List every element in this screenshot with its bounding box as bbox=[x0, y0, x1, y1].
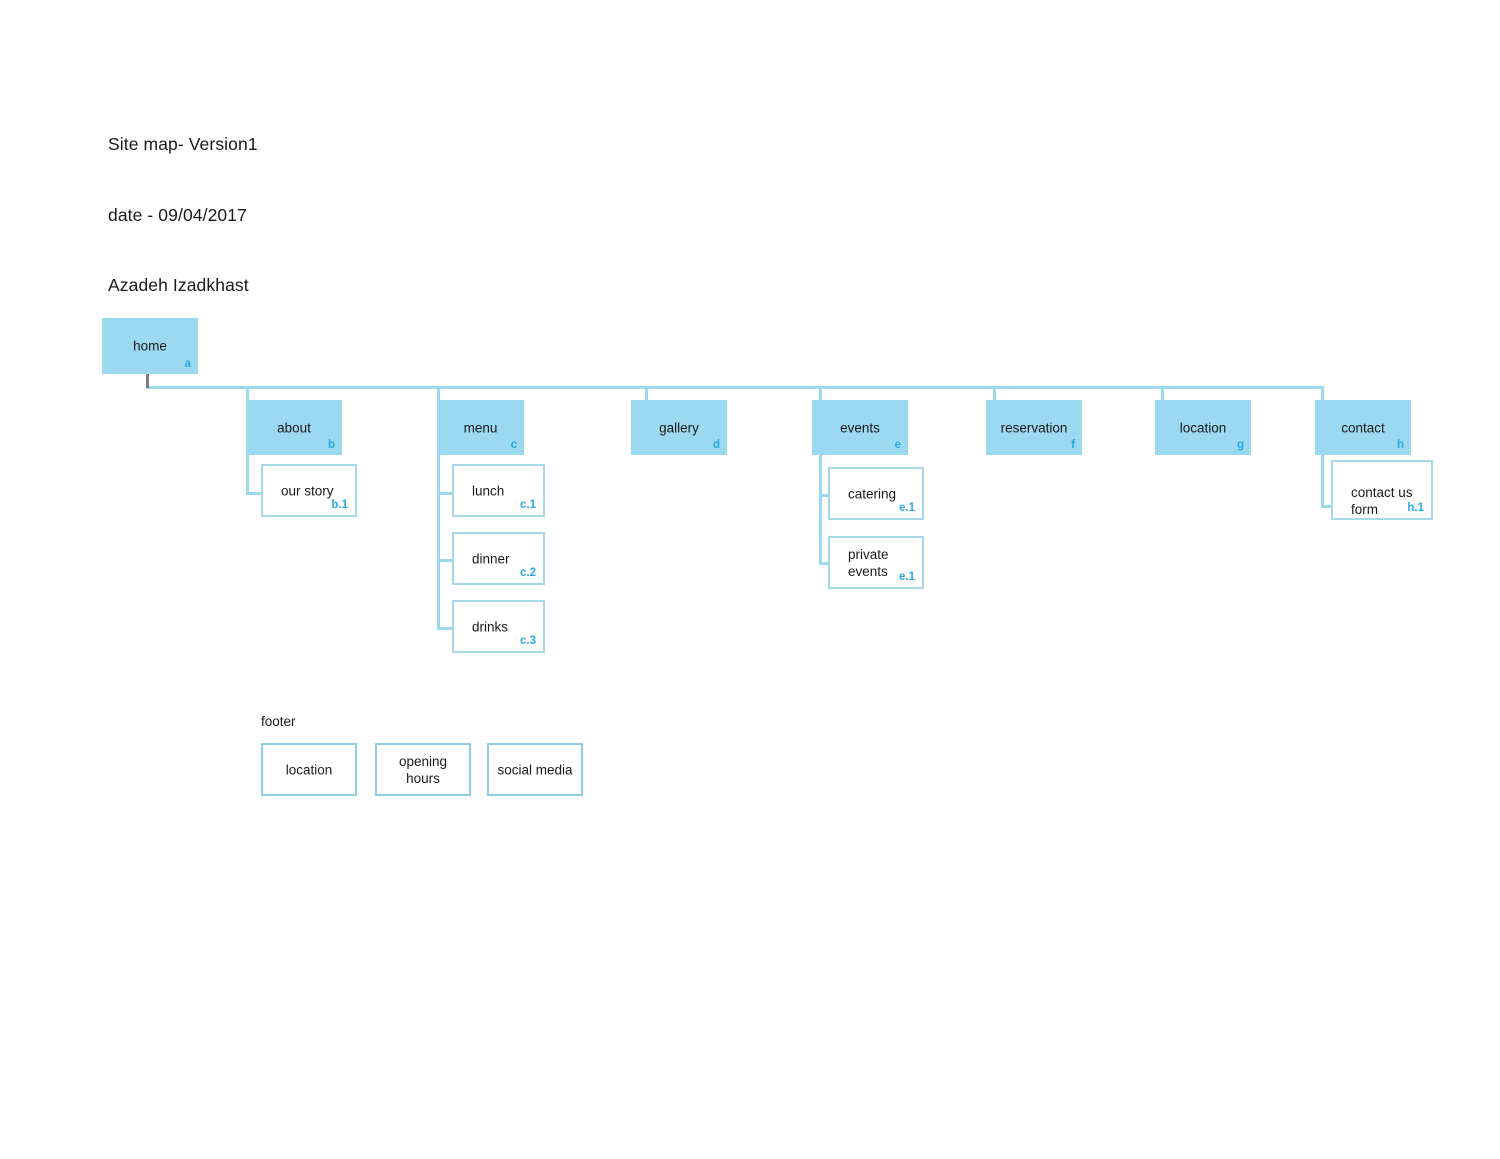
node-menu-id: c bbox=[510, 439, 517, 451]
title-line-author: Azadeh Izadkhast bbox=[108, 275, 249, 295]
connector-about-spine bbox=[246, 455, 249, 495]
node-menu-label: menu bbox=[463, 420, 498, 435]
node-reservation[interactable]: reservation f bbox=[986, 400, 1082, 455]
node-contact[interactable]: contact h bbox=[1315, 400, 1411, 455]
connector-menu-spine bbox=[437, 455, 440, 630]
node-dinner[interactable]: dinner c.2 bbox=[452, 532, 545, 585]
node-events-id: e bbox=[894, 439, 901, 451]
node-catering[interactable]: catering e.1 bbox=[828, 467, 924, 520]
title-line-version: Site map- Version1 bbox=[108, 134, 258, 154]
node-reservation-label: reservation bbox=[1000, 420, 1068, 435]
node-home-id: a bbox=[184, 358, 191, 370]
node-catering-id: e.1 bbox=[899, 502, 915, 514]
node-contact-label: contact bbox=[1341, 420, 1385, 435]
node-lunch[interactable]: lunch c.1 bbox=[452, 464, 545, 517]
node-home[interactable]: home a bbox=[102, 318, 198, 374]
footer-item-social-media[interactable]: social media bbox=[487, 743, 583, 796]
node-private-events-id: e.1 bbox=[899, 571, 915, 583]
node-catering-label: catering bbox=[848, 486, 897, 501]
node-gallery[interactable]: gallery d bbox=[631, 400, 727, 455]
connector-events-spine bbox=[819, 455, 822, 565]
connector-contact-spine bbox=[1321, 455, 1324, 508]
node-menu[interactable]: menu c bbox=[437, 400, 524, 455]
node-contact-us-form[interactable]: contact us form h.1 bbox=[1331, 460, 1433, 520]
footer-item-opening-hours-label: opening hours bbox=[398, 753, 448, 786]
node-private-events[interactable]: private events e.1 bbox=[828, 536, 924, 589]
node-our-story[interactable]: our story b.1 bbox=[261, 464, 357, 517]
node-about[interactable]: about b bbox=[246, 400, 342, 455]
node-dinner-id: c.2 bbox=[520, 567, 536, 579]
node-about-id: b bbox=[327, 439, 335, 451]
node-drinks[interactable]: drinks c.3 bbox=[452, 600, 545, 653]
footer-item-opening-hours[interactable]: opening hours bbox=[375, 743, 471, 796]
footer-item-location[interactable]: location bbox=[261, 743, 357, 796]
footer-item-social-media-label: social media bbox=[497, 762, 573, 777]
title-block: Site map- Version1 date - 09/04/2017 Aza… bbox=[108, 86, 258, 345]
connector-bus bbox=[146, 386, 1324, 389]
node-lunch-label: lunch bbox=[472, 483, 505, 498]
node-reservation-id: f bbox=[1071, 439, 1075, 451]
node-home-label: home bbox=[133, 338, 167, 354]
node-dinner-label: dinner bbox=[472, 551, 510, 566]
node-drinks-id: c.3 bbox=[520, 635, 536, 647]
node-contact-us-form-id: h.1 bbox=[1407, 502, 1424, 514]
node-our-story-label: our story bbox=[281, 483, 334, 498]
node-events[interactable]: events e bbox=[812, 400, 908, 455]
sitemap-canvas: Site map- Version1 date - 09/04/2017 Aza… bbox=[0, 0, 1500, 1159]
footer-caption: footer bbox=[261, 714, 296, 729]
title-line-date: date - 09/04/2017 bbox=[108, 204, 247, 225]
node-contact-id: h bbox=[1396, 439, 1404, 451]
node-location-label: location bbox=[1179, 420, 1227, 435]
connector-root-stem bbox=[146, 374, 149, 388]
node-about-label: about bbox=[277, 420, 311, 435]
node-drinks-label: drinks bbox=[472, 619, 509, 634]
node-events-label: events bbox=[840, 420, 880, 435]
node-location-id: g bbox=[1236, 439, 1244, 451]
node-our-story-id: b.1 bbox=[331, 499, 348, 511]
node-lunch-id: c.1 bbox=[520, 499, 536, 511]
footer-item-location-label: location bbox=[285, 762, 333, 777]
node-gallery-label: gallery bbox=[659, 420, 699, 435]
node-location[interactable]: location g bbox=[1155, 400, 1251, 455]
node-gallery-id: d bbox=[712, 439, 720, 451]
